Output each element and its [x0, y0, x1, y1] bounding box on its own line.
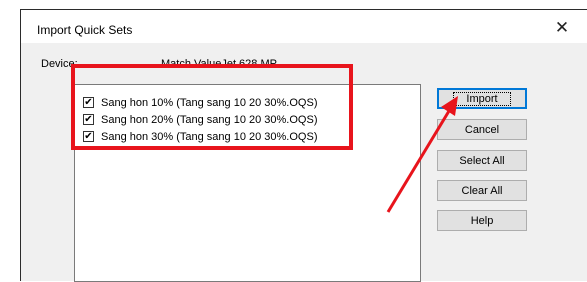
arrow-shaft — [386, 105, 454, 213]
annotation-arrow — [386, 96, 458, 213]
